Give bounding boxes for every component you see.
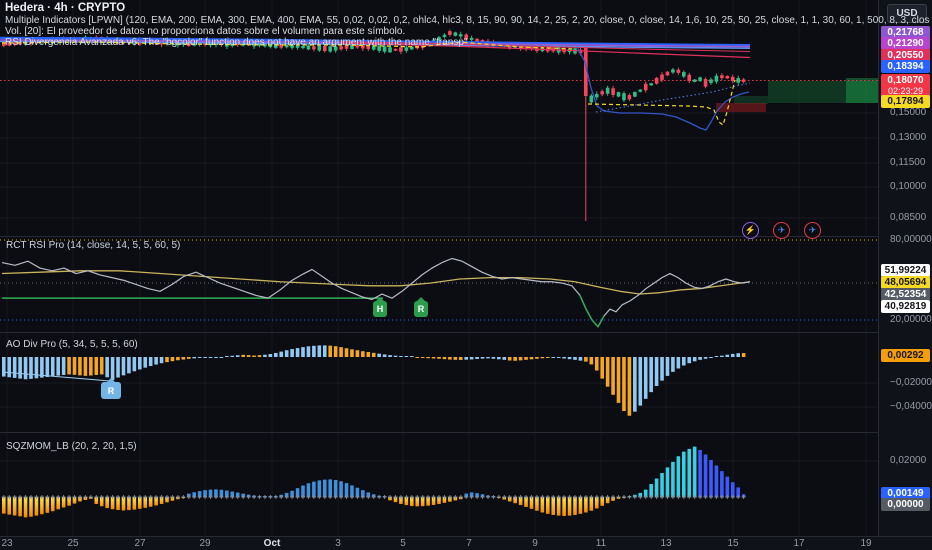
indicator-value-label: 0,00000 [881,498,930,511]
indicator-value-label: 40,92819 [881,300,930,313]
main-axis-label: 0,15000 [890,107,926,118]
rsi-axis-label: 20,00000 [890,314,932,325]
ao-axis-label: −0,04000 [890,401,932,412]
lightning-badge-icon[interactable]: ⚡ [742,222,759,239]
time-label-19[interactable]: 19 [860,538,871,549]
rsi-signal-badge-r[interactable]: R [414,301,428,317]
currency-toggle-button[interactable]: USD [887,4,927,23]
price-label: 0,18394 [881,60,930,73]
tradingview-chart-window: Hedera · 4h · CRYPTO Multiple Indicators… [0,0,932,550]
time-label-15[interactable]: 15 [727,538,738,549]
grid-lines [0,0,878,536]
time-label-17[interactable]: 17 [793,538,804,549]
main-price-pane [0,30,878,221]
ao-signal-badge-r[interactable]: R [101,382,121,399]
ao-axis-label: −0,02000 [890,377,932,388]
time-label-13[interactable]: 13 [660,538,671,549]
sqz-axis-label: 0,02000 [890,455,926,466]
main-axis-label: 0,08500 [890,212,926,223]
circle-badge-icon-2[interactable]: ✈ [804,222,821,239]
time-label-3[interactable]: 3 [335,538,341,549]
time-label-7[interactable]: 7 [466,538,472,549]
chart-canvas[interactable] [0,0,878,536]
main-axis-label: 0,13000 [890,132,926,143]
indicator-value-label: 0,00292 [881,349,930,362]
time-label-9[interactable]: 9 [532,538,538,549]
time-axis[interactable]: 23 25 27 29 Oct 3 5 7 9 11 13 15 17 19 [0,536,932,550]
main-axis-label: 0,10000 [890,181,926,192]
time-label-11[interactable]: 11 [596,538,606,549]
sqz-pane-title[interactable]: SQZMOM_LB (20, 2, 20, 1,5) [6,441,137,452]
rsi-pane-title[interactable]: RCT RSI Pro (14, close, 14, 5, 5, 60, 5) [6,240,180,251]
ao-pane-title[interactable]: AO Div Pro (5, 34, 5, 5, 5, 60) [6,339,138,350]
price-axis[interactable]: USD 0,15000 0,13000 0,11500 0,10000 0,08500 8… [878,0,932,536]
time-label-27[interactable]: 27 [134,538,145,549]
time-label-oct[interactable]: Oct [264,538,281,549]
time-label-25[interactable]: 25 [67,538,78,549]
price-label: 0,17894 [881,95,930,108]
main-axis-label: 0,11500 [890,157,925,168]
rsi-axis-label: 80,00000 [890,234,932,245]
time-label-29[interactable]: 29 [199,538,210,549]
time-label-5[interactable]: 5 [400,538,406,549]
sqzmom-pane [2,447,746,518]
circle-badge-icon-1[interactable]: ✈ [773,222,790,239]
rsi-pane [0,240,878,327]
time-label-23[interactable]: 23 [1,538,12,549]
rsi-signal-badge-h[interactable]: H [373,301,387,317]
